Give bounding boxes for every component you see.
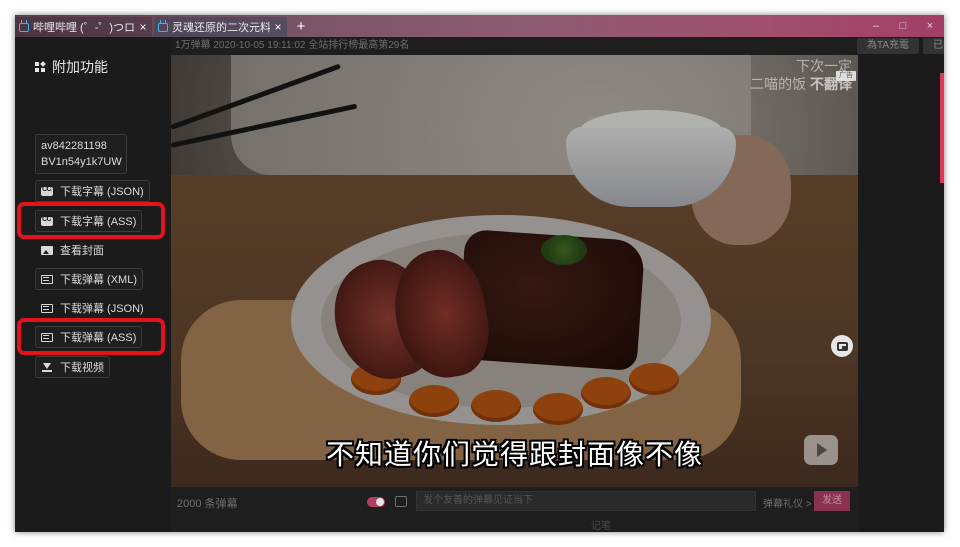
bilibili-tv-icon <box>19 19 29 32</box>
danmaku-toggle[interactable] <box>367 497 385 507</box>
cc-icon <box>41 186 53 196</box>
danmaku-bar: 2000 条弹幕 发个友善的弹幕见证当下 弹幕礼仪 > 发送 记笔 <box>171 487 858 532</box>
download-danmaku-json-button[interactable]: 下载弹幕 (JSON) <box>35 297 150 319</box>
video-info-bar: 1万弹幕 2020-10-05 19:11:02 全站排行榜最高第29名 為TA… <box>171 37 944 55</box>
minimize-button[interactable]: – <box>863 15 889 37</box>
video-info-text: 1万弹幕 2020-10-05 19:11:02 全站排行榜最高第29名 <box>175 40 410 51</box>
charge-button[interactable]: 為TA充電 <box>857 38 919 54</box>
danmaku-etiquette-link[interactable]: 弹幕礼仪 > <box>763 495 812 510</box>
danmaku-icon <box>41 303 53 313</box>
tab-title: 灵魂还原的二次元料理 <box>172 22 270 34</box>
danmaku-input[interactable]: 发个友善的弹幕见证当下 <box>416 491 756 511</box>
extra-features-panel: 附加功能 av842281198 BV1n54y1k7UW 下载字幕 (JSON… <box>15 37 171 532</box>
download-danmaku-xml-button[interactable]: 下载弹幕 (XML) <box>35 268 143 290</box>
send-button[interactable]: 发送 <box>814 491 850 511</box>
download-icon <box>41 362 53 372</box>
danmaku-icon <box>41 332 53 342</box>
tab-close-icon[interactable]: × <box>273 20 283 34</box>
picture-in-picture-icon[interactable] <box>831 335 853 357</box>
download-subtitle-ass-button[interactable]: 下载字幕 (ASS) <box>35 210 143 232</box>
cc-icon <box>41 216 53 226</box>
tab-close-icon[interactable]: × <box>138 20 148 34</box>
download-subtitle-json-button[interactable]: 下载字幕 (JSON) <box>35 180 150 202</box>
page-content: 1万弹幕 2020-10-05 19:11:02 全站排行榜最高第29名 為TA… <box>15 37 944 532</box>
close-window-button[interactable]: × <box>917 15 943 37</box>
bv-id: BV1n54y1k7UW <box>41 156 122 168</box>
video-subtitle: 不知道你们觉得跟封面像不像 <box>325 438 703 471</box>
scrollbar-thumb[interactable] <box>940 73 944 183</box>
video-id-box[interactable]: av842281198 BV1n54y1k7UW <box>35 134 127 174</box>
browser-window: 哔哩哔哩 (゜-゜)つロ 干杯 × 灵魂还原的二次元料理 × + – □ × 1… <box>15 15 944 532</box>
item-label: 下载弹幕 (JSON) <box>60 303 144 315</box>
bilibili-tv-icon <box>158 19 168 32</box>
panel-title-text: 附加功能 <box>52 59 108 75</box>
tab-bilibili-home[interactable]: 哔哩哔哩 (゜-゜)つロ 干杯 × <box>15 17 152 37</box>
widgets-icon <box>35 61 46 72</box>
image-icon <box>41 245 53 255</box>
right-gutter <box>858 37 944 532</box>
item-label: 下载字幕 (ASS) <box>60 216 137 228</box>
danmaku-settings-icon[interactable] <box>395 496 407 507</box>
av-id: av842281198 <box>41 140 107 152</box>
item-label: 下载字幕 (JSON) <box>60 186 144 198</box>
item-label: 下载弹幕 (ASS) <box>60 332 137 344</box>
new-tab-button[interactable]: + <box>293 17 309 37</box>
faint-toolbar-text: 记笔 <box>591 521 611 532</box>
tab-title: 哔哩哔哩 (゜-゜)つロ 干杯 <box>33 22 135 34</box>
maximize-button[interactable]: □ <box>890 15 916 37</box>
danmaku-icon <box>41 274 53 284</box>
download-danmaku-ass-button[interactable]: 下载弹幕 (ASS) <box>35 326 143 348</box>
download-video-button[interactable]: 下载视频 <box>35 356 110 378</box>
follow-button[interactable]: 已關注 304.2萬 <box>923 38 944 54</box>
danmaku-count: 2000 条弹幕 <box>177 498 238 510</box>
item-label: 查看封面 <box>60 245 104 257</box>
item-label: 下载视频 <box>60 362 104 374</box>
watermark-channel: 二喵的饭 <box>750 76 807 92</box>
ad-badge[interactable]: 广告 <box>836 71 856 81</box>
tab-video[interactable]: 灵魂还原的二次元料理 × <box>154 17 287 37</box>
item-label: 下载弹幕 (XML) <box>60 274 137 286</box>
view-cover-button[interactable]: 查看封面 <box>35 239 110 261</box>
title-bar: 哔哩哔哩 (゜-゜)つロ 干杯 × 灵魂还原的二次元料理 × + – □ × <box>15 15 944 37</box>
video-dim-overlay <box>171 55 858 487</box>
panel-title: 附加功能 <box>35 57 108 77</box>
video-player[interactable]: 下次一定 二喵的饭 不翻译 广告 不知道你们觉得跟封面像不像 <box>171 55 858 487</box>
